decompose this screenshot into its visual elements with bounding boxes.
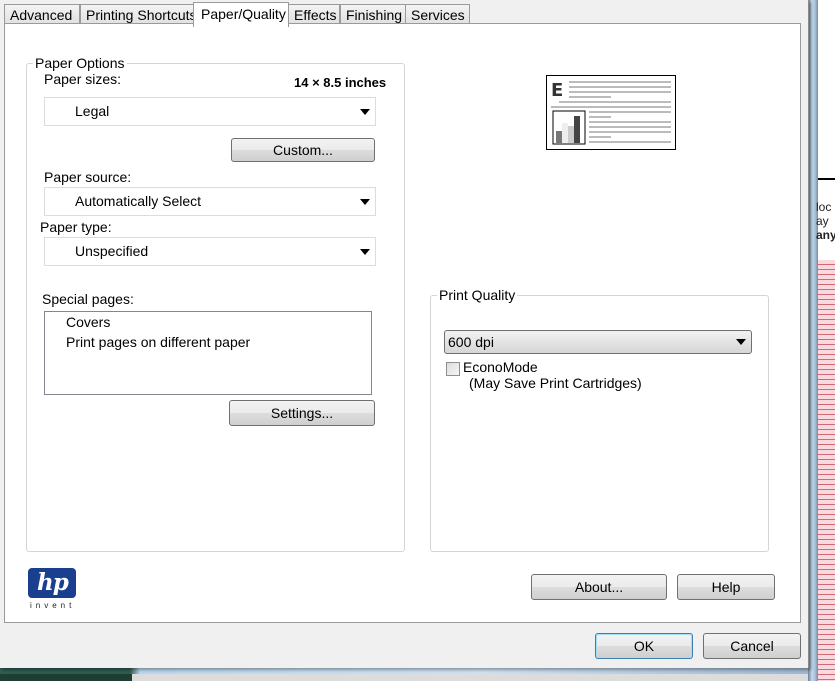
paper-source-select[interactable]: Automatically Select (44, 187, 376, 216)
paper-options-label: Paper Options (33, 55, 127, 71)
tab-services[interactable]: Services (405, 4, 470, 25)
background-text: loc (816, 200, 832, 214)
background-text: ay (816, 214, 829, 228)
economode-label[interactable]: EconoMode (463, 359, 538, 375)
paper-options-group (26, 63, 405, 552)
background-strip (0, 674, 808, 681)
paper-type-label: Paper type: (40, 219, 112, 235)
background-window-frame (808, 0, 818, 681)
cancel-button[interactable]: Cancel (703, 633, 801, 659)
svg-text:E: E (551, 80, 563, 101)
chevron-down-icon (736, 339, 746, 345)
economode-note: (May Save Print Cartridges) (469, 375, 642, 391)
tab-effects[interactable]: Effects (288, 4, 340, 25)
tab-advanced[interactable]: Advanced (4, 4, 80, 25)
hp-logo: hp invent (28, 568, 76, 610)
paper-type-value: Unspecified (75, 243, 149, 259)
background-rule (818, 178, 835, 180)
chevron-down-icon (360, 199, 370, 205)
paper-sizes-label: Paper sizes: (44, 71, 122, 87)
printer-properties-dialog: Advanced Printing Shortcuts Paper/Qualit… (0, 0, 809, 668)
paper-type-select[interactable]: Unspecified (44, 237, 376, 266)
settings-button[interactable]: Settings... (229, 400, 375, 426)
background-grid (818, 260, 835, 681)
background-window: loc ay any (808, 0, 835, 681)
paper-size-select[interactable]: Legal (44, 97, 376, 126)
economode-checkbox[interactable] (446, 362, 460, 376)
paper-size-dimensions: 14 × 8.5 inches (294, 75, 387, 90)
list-item[interactable]: Print pages on different paper (66, 334, 250, 350)
document-preview-icon: E (551, 80, 671, 145)
background-text: any (816, 228, 835, 242)
chevron-down-icon (360, 249, 370, 255)
custom-button[interactable]: Custom... (231, 138, 375, 162)
ok-button[interactable]: OK (595, 633, 693, 659)
hp-tagline: invent (30, 601, 76, 610)
print-quality-label: Print Quality (437, 287, 518, 303)
special-pages-list[interactable]: Covers Print pages on different paper (44, 311, 372, 395)
paper-source-label: Paper source: (44, 169, 132, 185)
special-pages-label: Special pages: (42, 291, 134, 307)
help-button[interactable]: Help (677, 574, 775, 600)
tab-printing-shortcuts[interactable]: Printing Shortcuts (80, 4, 198, 25)
paper-size-value: Legal (75, 103, 110, 119)
page-preview: E (546, 75, 676, 150)
about-button[interactable]: About... (531, 574, 667, 600)
chevron-down-icon (360, 109, 370, 115)
hp-logo-icon: hp (28, 568, 76, 598)
paper-source-value: Automatically Select (75, 193, 202, 209)
list-item[interactable]: Covers (66, 314, 110, 330)
print-resolution-value: 600 dpi (448, 334, 494, 350)
tab-paper-quality[interactable]: Paper/Quality (193, 2, 289, 27)
tab-finishing[interactable]: Finishing (340, 4, 406, 25)
print-resolution-select[interactable]: 600 dpi (444, 330, 752, 354)
